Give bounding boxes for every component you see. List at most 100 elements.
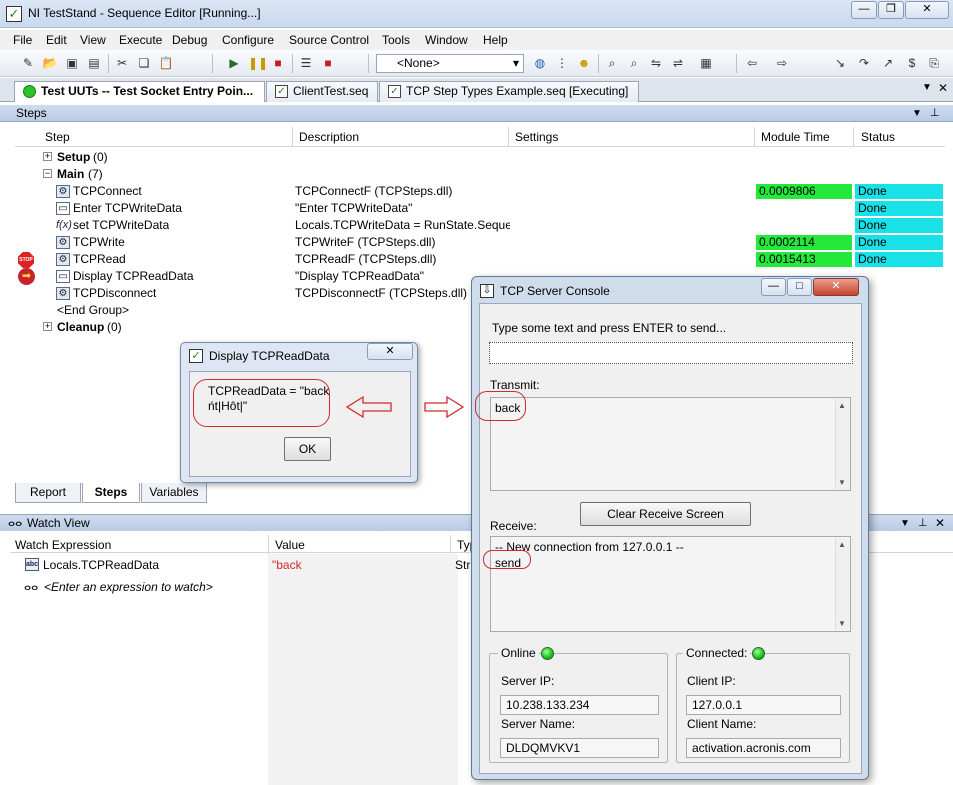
tab-clienttest[interactable]: ✓ ClientTest.seq [266, 81, 378, 102]
send-text-input[interactable] [489, 342, 853, 364]
back-arrow-icon[interactable]: ⇦ [744, 55, 760, 71]
receive-textarea[interactable]: -- New connection from 127.0.0.1 -- send… [490, 536, 851, 632]
run-icon[interactable]: ▶ [226, 55, 242, 71]
panel-dropdown-icon[interactable]: ▼ [900, 515, 910, 532]
menu-edit[interactable]: Edit [46, 33, 67, 47]
close-panel-icon[interactable]: ✕ [935, 515, 945, 532]
save-icon[interactable]: ▣ [64, 55, 80, 71]
tab-test-uuts[interactable]: Test UUTs -- Test Socket Entry Poin... [14, 81, 265, 102]
ok-button[interactable]: OK [284, 437, 331, 461]
diff-icon[interactable]: ⇋ [648, 55, 664, 71]
step-over-icon[interactable]: ↷ [856, 55, 872, 71]
tab-report[interactable]: Report [15, 483, 81, 503]
forward-arrow-icon[interactable]: ⇨ [774, 55, 790, 71]
watch-row[interactable]: abc Locals.TCPReadData "back Stri [10, 557, 473, 575]
pin-icon[interactable]: ⊥ [930, 105, 940, 122]
run-mode-icon[interactable]: $ [904, 55, 920, 71]
table-row[interactable]: ⚙ TCPWrite TCPWriteF (TCPSteps.dll) 0.00… [15, 234, 945, 251]
open-folder-icon[interactable]: 📂 [42, 55, 58, 71]
transmit-scrollbar[interactable]: ▲ ▼ [835, 399, 849, 489]
collapse-icon[interactable]: − [43, 169, 52, 178]
left-arrow-icon [345, 395, 392, 419]
col-settings[interactable]: Settings [515, 130, 558, 144]
menu-file[interactable]: File [13, 33, 32, 47]
breakpoint-stop-icon[interactable]: STOP [18, 252, 34, 268]
user-icon[interactable]: ☻ [576, 55, 592, 71]
expand-icon[interactable]: + [43, 152, 52, 161]
sequence-icon[interactable]: ⎘ [926, 55, 942, 71]
action-step-icon: ⚙ [56, 236, 70, 249]
client-ip-field[interactable]: 127.0.0.1 [686, 695, 841, 715]
minimize-icon: — [858, 3, 870, 15]
paste-icon[interactable]: 📋 [158, 55, 174, 71]
group-row-main[interactable]: − Main (7) [15, 166, 945, 183]
stop-icon[interactable]: ■ [270, 55, 286, 71]
hierarchy-icon[interactable]: ⋮ [554, 55, 570, 71]
group-row-setup[interactable]: + Setup (0) [15, 149, 945, 166]
workspace-icon[interactable]: ▦ [698, 55, 714, 71]
menu-execute[interactable]: Execute [119, 33, 162, 47]
online-group: Online Server IP: 10.238.133.234 Server … [489, 646, 668, 763]
menu-window[interactable]: Window [425, 33, 468, 47]
menu-configure[interactable]: Configure [222, 33, 274, 47]
receive-scrollbar[interactable]: ▲ ▼ [835, 538, 849, 630]
step-out-icon[interactable]: ↗ [880, 55, 896, 71]
expand-icon[interactable]: + [43, 322, 52, 331]
breakpoint-list-icon[interactable]: ☰ [298, 55, 314, 71]
col-watch-expression[interactable]: Watch Expression [15, 538, 111, 552]
tab-variables[interactable]: Variables [141, 483, 207, 503]
step-into-icon[interactable]: ↘ [832, 55, 848, 71]
clear-receive-screen-button[interactable]: Clear Receive Screen [580, 502, 751, 526]
close-tab-icon[interactable]: ✕ [938, 81, 948, 95]
col-value[interactable]: Value [275, 538, 305, 552]
compare-icon[interactable]: ⇌ [670, 55, 686, 71]
minimize-button[interactable]: — [851, 1, 877, 19]
teststand-app-icon: ✓ [189, 349, 203, 363]
maximize-button[interactable]: ❐ [878, 1, 904, 19]
new-file-icon[interactable]: ✎ [20, 55, 36, 71]
menu-source-control[interactable]: Source Control [289, 33, 369, 47]
step-name: TCPRead [73, 252, 126, 266]
console-maximize-button[interactable]: □ [787, 278, 812, 296]
find-replace-icon[interactable]: ⌕ [626, 55, 642, 71]
server-name-field[interactable]: DLDQMVKV1 [500, 738, 659, 758]
col-module-time[interactable]: Module Time [761, 130, 830, 144]
console-minimize-button[interactable]: — [761, 278, 786, 296]
table-row[interactable]: ▭ Enter TCPWriteData "Enter TCPWriteData… [15, 200, 945, 217]
client-name-field[interactable]: activation.acronis.com [686, 738, 841, 758]
tab-label: Test UUTs -- Test Socket Entry Poin... [41, 84, 254, 98]
save-all-icon[interactable]: ▤ [86, 55, 102, 71]
menu-tools[interactable]: Tools [382, 33, 410, 47]
console-close-button[interactable]: ✕ [813, 278, 859, 296]
running-status-icon [23, 85, 36, 98]
find-icon[interactable]: ⌕ [604, 55, 620, 71]
col-description[interactable]: Description [299, 130, 359, 144]
menu-view[interactable]: View [80, 33, 106, 47]
steps-panel-header: Steps ▼ ⊥ [0, 105, 953, 122]
close-window-button[interactable]: ✕ [905, 1, 949, 19]
menu-help[interactable]: Help [483, 33, 508, 47]
toggle-breakpoint-icon[interactable]: ■ [320, 55, 336, 71]
table-row[interactable]: STOP ⚙ TCPRead TCPReadF (TCPSteps.dll) 0… [15, 251, 945, 268]
tab-steps[interactable]: Steps [82, 483, 140, 503]
menu-debug[interactable]: Debug [172, 33, 207, 47]
dialog-close-button[interactable]: ✕ [367, 343, 413, 360]
minimize-icon: — [768, 280, 779, 292]
add-watch-row[interactable]: ⴰⴰ <Enter an expression to watch> [10, 579, 270, 597]
steps-panel-title: Steps [16, 106, 47, 120]
pin-icon[interactable]: ⊥ [918, 515, 928, 532]
adapter-select[interactable]: <None> ▾ [376, 54, 524, 73]
col-step[interactable]: Step [45, 130, 70, 144]
panel-dropdown-icon[interactable]: ▼ [912, 105, 922, 122]
copy-icon[interactable]: ❏ [136, 55, 152, 71]
cut-icon[interactable]: ✂ [114, 55, 130, 71]
transmit-textarea[interactable]: back ▲ ▼ [490, 397, 851, 491]
tab-tcp-step-types[interactable]: ✓ TCP Step Types Example.seq [Executing] [379, 81, 639, 102]
server-ip-field[interactable]: 10.238.133.234 [500, 695, 659, 715]
table-row[interactable]: ⚙ TCPConnect TCPConnectF (TCPSteps.dll) … [15, 183, 945, 200]
pause-icon[interactable]: ❚❚ [248, 55, 268, 71]
tab-list-chevron-icon[interactable]: ▼ [922, 82, 932, 93]
col-status[interactable]: Status [861, 130, 895, 144]
table-row[interactable]: f(x) set TCPWriteData Locals.TCPWriteDat… [15, 217, 945, 234]
globe-icon[interactable]: ◍ [532, 55, 548, 71]
